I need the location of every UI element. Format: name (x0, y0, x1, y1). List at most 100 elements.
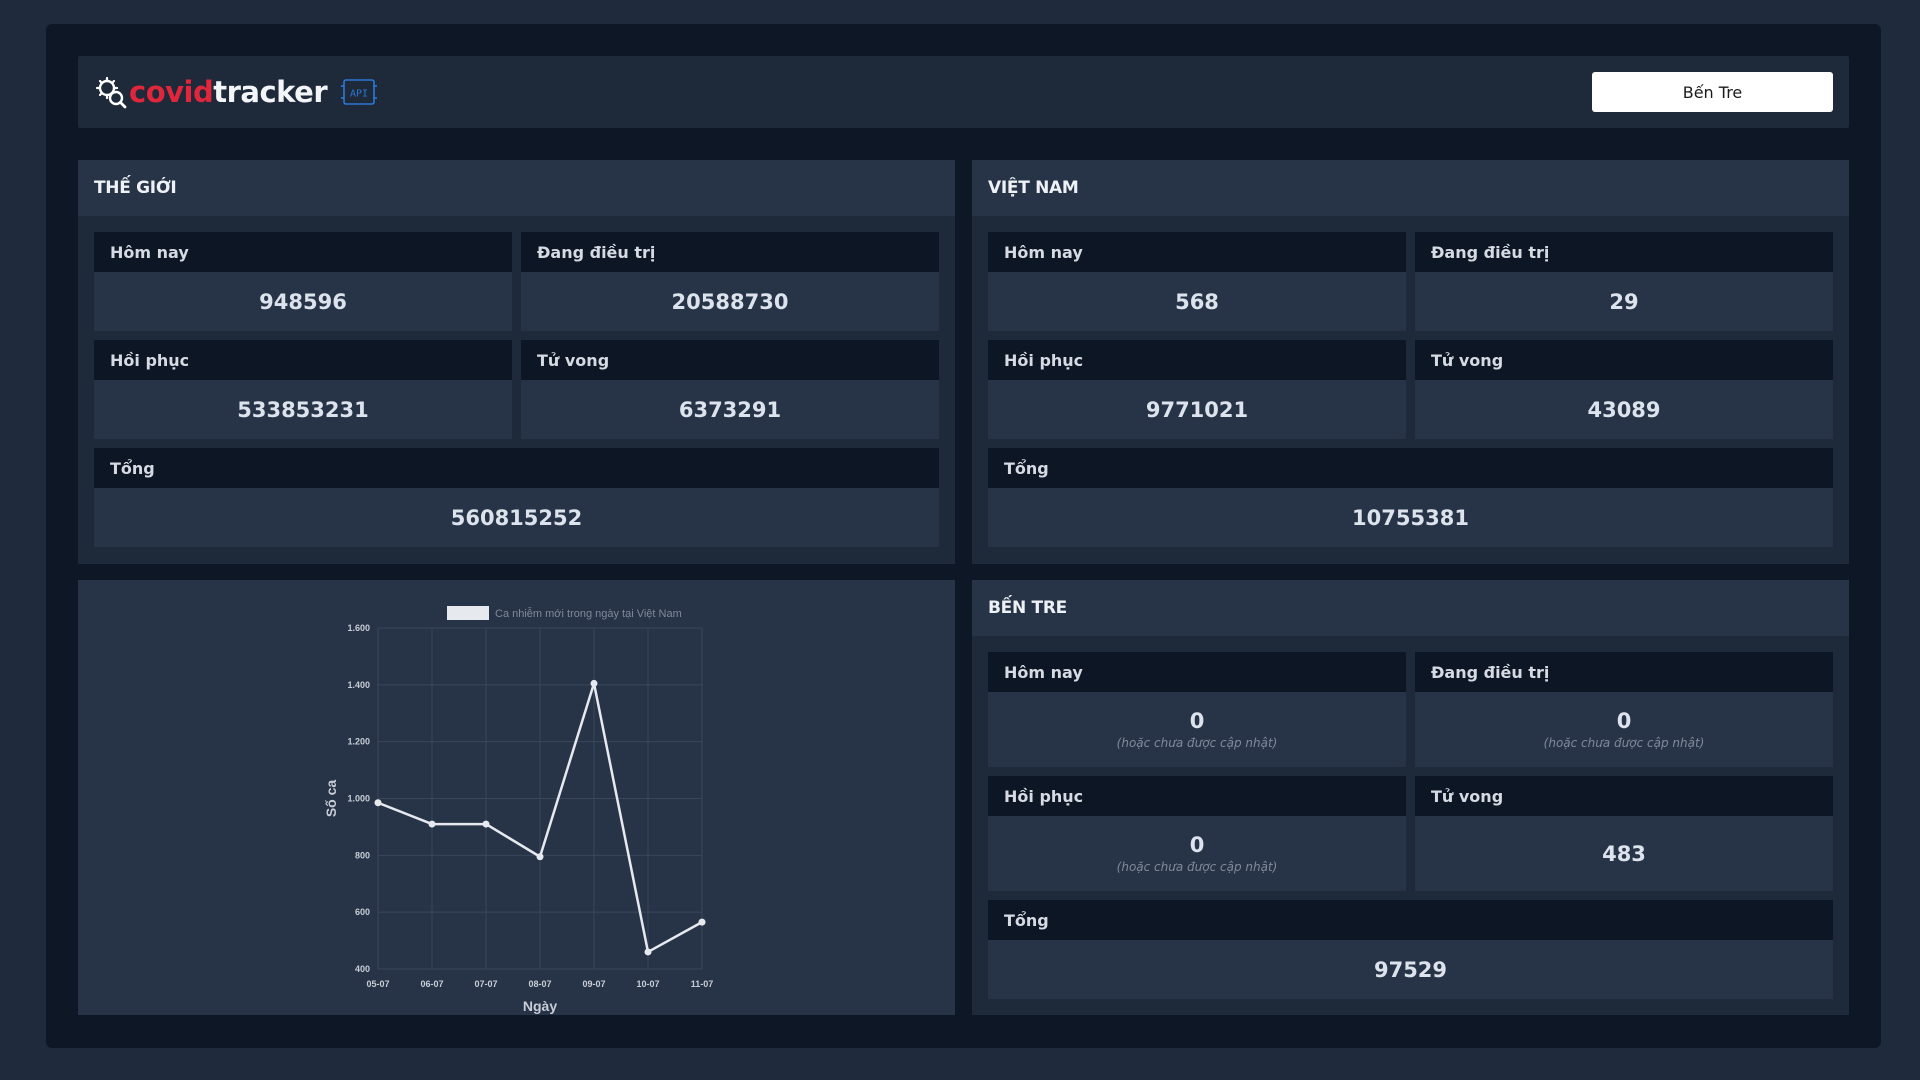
world-panel-title: THẾ GIỚI (78, 160, 955, 216)
y-tick-label: 800 (355, 850, 370, 860)
province-today-value: 0 (1189, 709, 1205, 733)
card-label: Hồi phục (988, 776, 1406, 816)
vietnam-panel-title: VIỆT NAM (972, 160, 1849, 216)
vietnam-recovered-card: Hồi phục 9771021 (988, 340, 1406, 439)
y-tick-label: 1.400 (347, 680, 370, 690)
y-tick-label: 600 (355, 907, 370, 917)
api-badge-label: API (350, 89, 368, 100)
virus-search-icon (95, 76, 127, 109)
world-deaths-card: Tử vong 6373291 (521, 340, 939, 439)
province-treating-value: 0 (1616, 709, 1632, 733)
daily-cases-line-chart[interactable]: 400 600 800 1.000 1.200 1.400 1.600 05-07 06-07 0… (78, 580, 955, 1015)
card-body: 0 (hoặc chưa được cập nhật) (988, 816, 1406, 891)
logo-wordmark: covidtracker (129, 75, 328, 109)
app-logo[interactable]: covidtracker API (94, 74, 378, 110)
vietnam-deaths-value: 43089 (1587, 397, 1661, 422)
province-recovered-card: Hồi phục 0 (hoặc chưa được cập nhật) (988, 776, 1406, 891)
vietnam-treating-value: 29 (1609, 289, 1639, 314)
app-frame: covidtracker API Bến Tre THẾ GIỚI Hôm na… (46, 24, 1881, 1048)
card-label: Tử vong (1415, 340, 1833, 380)
card-label: Đang điều trị (521, 232, 939, 272)
x-tick-label: 06-07 (420, 979, 443, 989)
x-tick-label: 07-07 (474, 979, 497, 989)
province-deaths-card: Tử vong 483 (1415, 776, 1833, 891)
card-body: 483 (1415, 816, 1833, 891)
y-tick-label: 400 (355, 964, 370, 974)
world-today-card: Hôm nay 948596 (94, 232, 512, 331)
world-deaths-value: 6373291 (678, 397, 782, 422)
y-tick-label: 1.600 (347, 623, 370, 633)
card-body: 97529 (988, 940, 1833, 999)
world-treating-value: 20588730 (671, 289, 789, 314)
not-updated-note: (hoặc chưa được cập nhật) (1543, 736, 1705, 750)
world-today-value: 948596 (259, 289, 347, 314)
region-select[interactable]: Bến Tre (1592, 72, 1833, 112)
province-treating-card: Đang điều trị 0 (hoặc chưa được cập nhật… (1415, 652, 1833, 767)
province-today-card: Hôm nay 0 (hoặc chưa được cập nhật) (988, 652, 1406, 767)
vietnam-today-card: Hôm nay 568 (988, 232, 1406, 331)
y-axis-title: Số ca (323, 780, 339, 818)
logo-covid-text: covid (129, 75, 214, 109)
top-header: covidtracker API Bến Tre (78, 56, 1849, 128)
card-label: Tử vong (521, 340, 939, 380)
api-badge-icon[interactable]: API (341, 77, 378, 107)
card-body: 533853231 (94, 380, 512, 439)
card-label: Hồi phục (94, 340, 512, 380)
card-label: Đang điều trị (1415, 232, 1833, 272)
province-deaths-value: 483 (1602, 841, 1646, 866)
data-point (374, 799, 382, 807)
data-point (644, 948, 652, 956)
data-point (590, 679, 598, 687)
data-point (698, 918, 706, 926)
not-updated-note: (hoặc chưa được cập nhật) (1116, 860, 1278, 874)
card-body: 948596 (94, 272, 512, 331)
card-body: 29 (1415, 272, 1833, 331)
y-tick-label: 1.200 (347, 737, 370, 747)
vietnam-today-value: 568 (1175, 289, 1219, 314)
world-recovered-card: Hồi phục 533853231 (94, 340, 512, 439)
card-body: 10755381 (988, 488, 1833, 547)
card-label: Tổng (988, 900, 1833, 940)
world-panel: THẾ GIỚI Hôm nay 948596 Đang điều trị 20… (78, 160, 955, 564)
card-body: 0 (hoặc chưa được cập nhật) (988, 692, 1406, 767)
card-body: 568 (988, 272, 1406, 331)
y-tick-label: 1.000 (347, 794, 370, 804)
logo-tracker-text: tracker (213, 75, 328, 109)
vietnam-total-value: 10755381 (1352, 505, 1469, 530)
x-tick-label: 05-07 (366, 979, 389, 989)
vietnam-treating-card: Đang điều trị 29 (1415, 232, 1833, 331)
world-treating-card: Đang điều trị 20588730 (521, 232, 939, 331)
chart-panel: 400 600 800 1.000 1.200 1.400 1.600 05-07 06-07 0… (78, 580, 955, 1015)
data-point (536, 853, 544, 861)
vietnam-recovered-value: 9771021 (1145, 397, 1249, 422)
card-label: Hôm nay (988, 652, 1406, 692)
vietnam-total-card: Tổng 10755381 (988, 448, 1833, 547)
card-label: Tổng (94, 448, 939, 488)
card-label: Tử vong (1415, 776, 1833, 816)
card-label: Hôm nay (94, 232, 512, 272)
card-body: 43089 (1415, 380, 1833, 439)
x-tick-label: 11-07 (691, 979, 714, 989)
legend-label: Ca nhiễm mới trong ngày tại Việt Nam (495, 607, 682, 620)
card-body: 0 (hoặc chưa được cập nhật) (1415, 692, 1833, 767)
card-body: 6373291 (521, 380, 939, 439)
world-total-card: Tổng 560815252 (94, 448, 939, 547)
card-label: Đang điều trị (1415, 652, 1833, 692)
province-panel-title: BẾN TRE (972, 580, 1849, 636)
x-tick-label: 09-07 (582, 979, 605, 989)
card-label: Hôm nay (988, 232, 1406, 272)
vietnam-panel: VIỆT NAM Hôm nay 568 Đang điều trị 29 Hồ… (972, 160, 1849, 564)
world-total-value: 560815252 (450, 505, 583, 530)
data-point (482, 820, 490, 828)
not-updated-note: (hoặc chưa được cập nhật) (1116, 736, 1278, 750)
card-body: 560815252 (94, 488, 939, 547)
province-total-card: Tổng 97529 (988, 900, 1833, 999)
province-total-value: 97529 (1373, 957, 1448, 982)
card-label: Hồi phục (988, 340, 1406, 380)
card-body: 20588730 (521, 272, 939, 331)
legend-swatch (447, 606, 489, 620)
province-recovered-value: 0 (1189, 833, 1205, 857)
x-tick-label: 08-07 (528, 979, 551, 989)
x-axis-title: Ngày (523, 998, 557, 1014)
card-body: 9771021 (988, 380, 1406, 439)
